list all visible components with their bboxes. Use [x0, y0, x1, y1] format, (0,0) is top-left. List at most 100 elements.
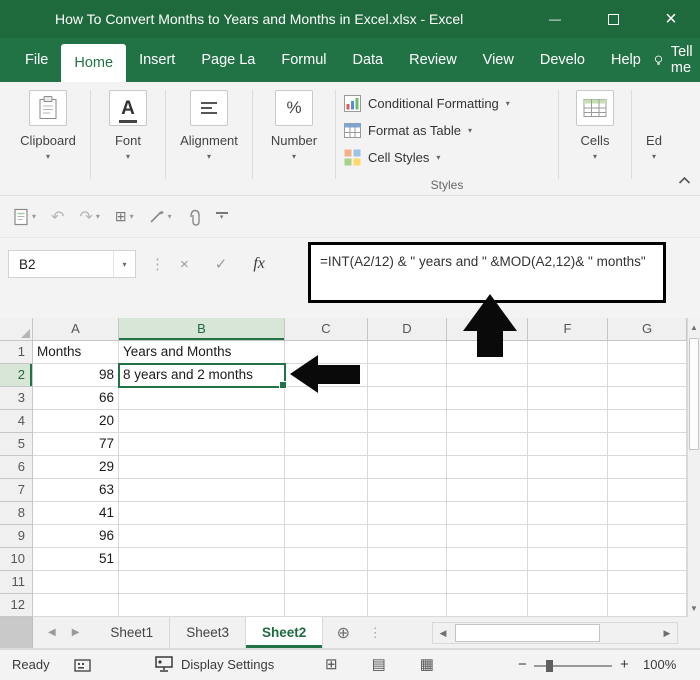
cell-D5[interactable]	[368, 433, 447, 456]
enter-button[interactable]: ✓	[215, 255, 228, 273]
cell-F7[interactable]	[528, 479, 608, 502]
cell-A1[interactable]: Months	[33, 341, 119, 364]
vertical-scrollbar[interactable]: ▲ ▼	[687, 318, 700, 617]
cell-B1[interactable]: Years and Months	[119, 341, 285, 364]
qat-borders-button[interactable]: ⊞ ▾	[115, 208, 134, 225]
vertical-scrollbar-thumb[interactable]	[689, 338, 699, 450]
cell-G4[interactable]	[608, 410, 687, 433]
column-header-B[interactable]: B	[119, 318, 285, 341]
cell-G12[interactable]	[608, 594, 687, 617]
cell-C1[interactable]	[285, 341, 368, 364]
cell-A10[interactable]: 51	[33, 548, 119, 571]
formula-input[interactable]: =INT(A2/12) & " years and " &MOD(A2,12)&…	[308, 242, 666, 303]
cell-E4[interactable]	[447, 410, 528, 433]
cell-B12[interactable]	[119, 594, 285, 617]
menu-tab-help[interactable]: Help	[598, 38, 654, 82]
cell-A5[interactable]: 77	[33, 433, 119, 456]
cell-C11[interactable]	[285, 571, 368, 594]
close-button[interactable]: ×	[642, 0, 700, 38]
cell-A4[interactable]: 20	[33, 410, 119, 433]
cell-D6[interactable]	[368, 456, 447, 479]
row-header-1[interactable]: 1	[0, 341, 33, 364]
column-header-C[interactable]: C	[285, 318, 368, 341]
display-settings-button[interactable]: Display Settings	[155, 656, 274, 673]
cell-D2[interactable]	[368, 364, 447, 387]
cell-F4[interactable]	[528, 410, 608, 433]
cell-C4[interactable]	[285, 410, 368, 433]
cell-B6[interactable]	[119, 456, 285, 479]
cell-E6[interactable]	[447, 456, 528, 479]
column-header-E[interactable]: E	[447, 318, 528, 341]
cell-E12[interactable]	[447, 594, 528, 617]
cell-E3[interactable]	[447, 387, 528, 410]
cell-C2[interactable]	[285, 364, 368, 387]
qat-undo-button[interactable]: ↶	[51, 207, 64, 227]
cell-E8[interactable]	[447, 502, 528, 525]
cell-B4[interactable]	[119, 410, 285, 433]
cell-F3[interactable]	[528, 387, 608, 410]
cell-styles-button[interactable]: Cell Styles ▾	[344, 144, 550, 171]
menu-tab-page-la[interactable]: Page La	[188, 38, 268, 82]
column-header-G[interactable]: G	[608, 318, 687, 341]
cell-B11[interactable]	[119, 571, 285, 594]
row-header-3[interactable]: 3	[0, 387, 33, 410]
menu-tab-develo[interactable]: Develo	[527, 38, 598, 82]
cell-C9[interactable]	[285, 525, 368, 548]
minimize-button[interactable]: —	[526, 0, 584, 38]
row-header-7[interactable]: 7	[0, 479, 33, 502]
horizontal-scrollbar-thumb[interactable]	[455, 624, 600, 642]
cell-F1[interactable]	[528, 341, 608, 364]
cell-F9[interactable]	[528, 525, 608, 548]
menu-tab-formul[interactable]: Formul	[268, 38, 339, 82]
cell-D1[interactable]	[368, 341, 447, 364]
column-header-D[interactable]: D	[368, 318, 447, 341]
cell-F2[interactable]	[528, 364, 608, 387]
row-header-11[interactable]: 11	[0, 571, 33, 594]
cell-B2[interactable]: 8 years and 2 months	[118, 363, 287, 389]
row-header-8[interactable]: 8	[0, 502, 33, 525]
qat-attach-button[interactable]	[187, 208, 201, 226]
select-all-corner[interactable]	[0, 318, 33, 341]
cell-E7[interactable]	[447, 479, 528, 502]
cell-G2[interactable]	[608, 364, 687, 387]
cell-A12[interactable]	[33, 594, 119, 617]
zoom-out-button[interactable]: −	[518, 656, 527, 673]
conditional-formatting-button[interactable]: Conditional Formatting ▾	[344, 90, 550, 117]
cell-F10[interactable]	[528, 548, 608, 571]
row-header-4[interactable]: 4	[0, 410, 33, 433]
name-box-chevron-icon[interactable]: ▾	[113, 251, 135, 277]
cell-D12[interactable]	[368, 594, 447, 617]
cell-D4[interactable]	[368, 410, 447, 433]
cell-G8[interactable]	[608, 502, 687, 525]
page-layout-view-button[interactable]: ▤	[372, 655, 386, 673]
row-header-9[interactable]: 9	[0, 525, 33, 548]
sheet-tab-sheet3[interactable]: Sheet3	[170, 617, 246, 648]
cell-B5[interactable]	[119, 433, 285, 456]
new-sheet-button[interactable]: ⊕	[323, 617, 363, 648]
cell-D11[interactable]	[368, 571, 447, 594]
page-break-view-button[interactable]: ▦	[420, 655, 434, 673]
name-box[interactable]: B2 ▾	[8, 250, 136, 278]
alignment-group-button[interactable]: Alignment ▾	[166, 90, 252, 195]
cell-A2[interactable]: 98	[33, 364, 119, 387]
qat-draw-button[interactable]: ▾	[149, 209, 172, 224]
cell-C8[interactable]	[285, 502, 368, 525]
cell-D3[interactable]	[368, 387, 447, 410]
scroll-down-button[interactable]: ▼	[688, 599, 700, 617]
scroll-up-button[interactable]: ▲	[688, 318, 700, 336]
cell-D9[interactable]	[368, 525, 447, 548]
cell-E1[interactable]	[447, 341, 528, 364]
tell-me-button[interactable]: Tell me	[654, 44, 699, 76]
cell-A6[interactable]: 29	[33, 456, 119, 479]
qat-redo-button[interactable]: ↷ ▾	[79, 207, 99, 227]
qat-customize-button[interactable]: ▾	[215, 211, 228, 222]
menu-tab-view[interactable]: View	[470, 38, 527, 82]
cell-F12[interactable]	[528, 594, 608, 617]
tab-nav-left-icon[interactable]: ◀	[48, 627, 56, 638]
collapse-ribbon-button[interactable]	[678, 172, 691, 190]
cell-A11[interactable]	[33, 571, 119, 594]
row-header-10[interactable]: 10	[0, 548, 33, 571]
cell-F11[interactable]	[528, 571, 608, 594]
cell-B7[interactable]	[119, 479, 285, 502]
cell-G5[interactable]	[608, 433, 687, 456]
